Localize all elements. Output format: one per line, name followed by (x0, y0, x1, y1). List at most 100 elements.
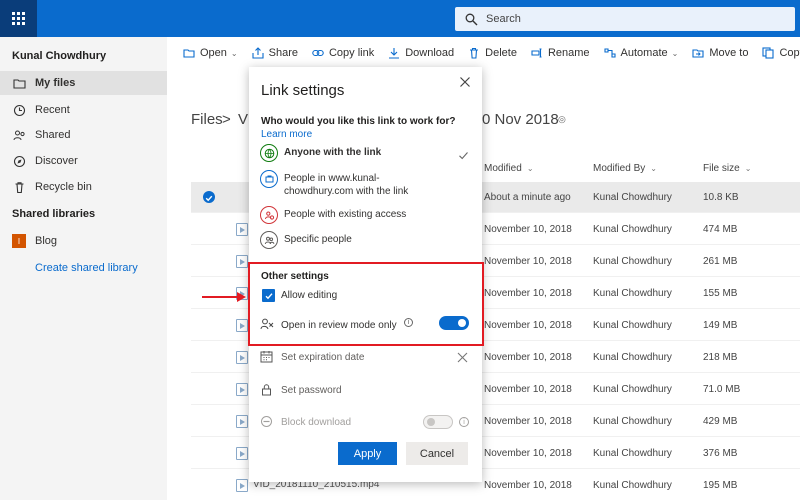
share-button[interactable]: Share (252, 47, 298, 59)
sidebar: Kunal Chowdhury My files Recent Shared D… (0, 37, 167, 500)
delete-label: Delete (485, 47, 517, 59)
breadcrumb-folder-date[interactable]: 0 Nov 2018 (482, 111, 559, 128)
specific-people-icon (260, 231, 278, 249)
video-file-icon (236, 383, 248, 396)
option-label: Specific people (284, 234, 352, 245)
search-box[interactable]: Search (455, 7, 795, 31)
selected-checkmark-icon (458, 148, 469, 160)
audience-question: Who would you like this link to work for… (261, 116, 456, 127)
expiration-date-field[interactable]: Set expiration date (281, 352, 364, 363)
cell-file-size: 376 MB (703, 448, 738, 459)
share-icon (252, 47, 264, 59)
video-file-icon (236, 319, 248, 332)
video-file-icon (236, 255, 248, 268)
sidebar-item-blog[interactable]: I Blog (0, 229, 167, 253)
cancel-button[interactable]: Cancel (406, 442, 468, 465)
sidebar-item-label: Recent (35, 104, 70, 116)
copy-to-button[interactable]: Copy to (762, 47, 800, 59)
sidebar-item-label: Blog (35, 235, 58, 247)
search-placeholder: Search (486, 13, 521, 25)
waffle-icon (12, 12, 25, 25)
cell-modified: About a minute ago (484, 192, 571, 203)
cell-modified: November 10, 2018 (484, 288, 572, 299)
cell-file-size: 474 MB (703, 224, 738, 235)
cell-modified: November 10, 2018 (484, 448, 572, 459)
move-icon (692, 49, 704, 58)
organization-icon (260, 170, 278, 188)
share-label: Share (268, 47, 298, 59)
video-file-icon (236, 223, 248, 236)
move-to-button[interactable]: Move to (692, 47, 748, 59)
column-header-modified-by[interactable]: Modified By ⌄ (593, 163, 657, 174)
cell-modified-by: Kunal Chowdhury (593, 480, 672, 491)
chevron-down-icon: ⌄ (230, 48, 238, 58)
automate-icon (603, 48, 616, 58)
block-download-toggle[interactable] (423, 415, 453, 429)
cell-modified-by: Kunal Chowdhury (593, 448, 672, 459)
copy-link-button[interactable]: Copy link (312, 47, 374, 59)
download-button[interactable]: Download (388, 47, 454, 59)
sidebar-item-recent[interactable]: Recent (0, 98, 167, 122)
sidebar-item-label: Recycle bin (35, 181, 92, 193)
breadcrumb-folder-fragment[interactable]: V (238, 111, 248, 128)
video-file-icon (236, 415, 248, 428)
automate-label: Automate (620, 47, 668, 59)
password-field[interactable]: Set password (281, 385, 342, 396)
cell-file-size: 149 MB (703, 320, 738, 331)
chevron-down-icon: ⌄ (744, 164, 752, 173)
option-label-line: chowdhury.com with the link (284, 186, 409, 197)
rename-label: Rename (547, 47, 590, 59)
create-shared-library-link[interactable]: Create shared library (35, 262, 138, 274)
rename-icon (531, 48, 542, 58)
library-icon: I (12, 234, 26, 248)
sidebar-item-shared[interactable]: Shared (0, 123, 167, 147)
people-access-icon (260, 206, 278, 224)
breadcrumb-files[interactable]: Files (191, 111, 223, 128)
option-people-with-existing-access[interactable]: People with existing access (260, 206, 406, 224)
column-header-file-size[interactable]: File size ⌄ (703, 163, 751, 174)
cell-file-size: 261 MB (703, 256, 738, 267)
info-icon[interactable]: i (459, 417, 469, 427)
video-file-icon (236, 447, 248, 460)
shared-people-icon (12, 128, 26, 142)
sidebar-item-my-files[interactable]: My files (0, 71, 167, 95)
cell-file-size: 218 MB (703, 352, 738, 363)
sidebar-item-discover[interactable]: Discover (0, 149, 167, 173)
option-anyone-with-link[interactable]: Anyone with the link (260, 144, 381, 162)
clear-icon[interactable] (457, 350, 468, 363)
column-header-modified[interactable]: Modified ⌄ (484, 163, 534, 174)
rename-button[interactable]: Rename (531, 47, 590, 59)
cell-modified-by: Kunal Chowdhury (593, 192, 672, 203)
video-file-icon (236, 479, 248, 492)
folder-icon (12, 76, 26, 90)
open-icon (183, 49, 195, 58)
open-label: Open (200, 47, 227, 59)
selected-check-icon[interactable] (203, 191, 215, 203)
download-icon (389, 48, 400, 59)
apply-button[interactable]: Apply (338, 442, 397, 465)
cell-file-size: 195 MB (703, 480, 738, 491)
cell-modified: November 10, 2018 (484, 256, 572, 267)
delete-button[interactable]: Delete (468, 47, 517, 59)
user-name: Kunal Chowdhury (12, 50, 107, 62)
sidebar-item-recycle-bin[interactable]: Recycle bin (0, 175, 167, 199)
sidebar-item-label: Discover (35, 155, 78, 167)
close-icon[interactable] (459, 75, 473, 89)
automate-button[interactable]: Automate ⌄ (603, 47, 678, 59)
download-label: Download (405, 47, 455, 59)
cell-modified-by: Kunal Chowdhury (593, 384, 672, 395)
clock-icon (12, 103, 26, 117)
option-people-in-organization[interactable]: People in www.kunal-chowdhury.com with t… (260, 170, 408, 198)
learn-more-link[interactable]: Learn more (261, 129, 312, 140)
column-header-label: File size (703, 163, 740, 174)
shared-folder-icon: ◎ (558, 114, 566, 124)
cell-modified: November 10, 2018 (484, 352, 572, 363)
open-button[interactable]: Open ⌄ (183, 47, 238, 59)
option-label: People in www.kunal-chowdhury.com with t… (284, 170, 408, 198)
app-launcher-button[interactable] (0, 0, 37, 37)
column-header-label: Modified By (593, 163, 646, 174)
recycle-bin-icon (12, 180, 26, 194)
cell-modified-by: Kunal Chowdhury (593, 320, 672, 331)
cell-modified-by: Kunal Chowdhury (593, 288, 672, 299)
option-specific-people[interactable]: Specific people (260, 231, 352, 249)
